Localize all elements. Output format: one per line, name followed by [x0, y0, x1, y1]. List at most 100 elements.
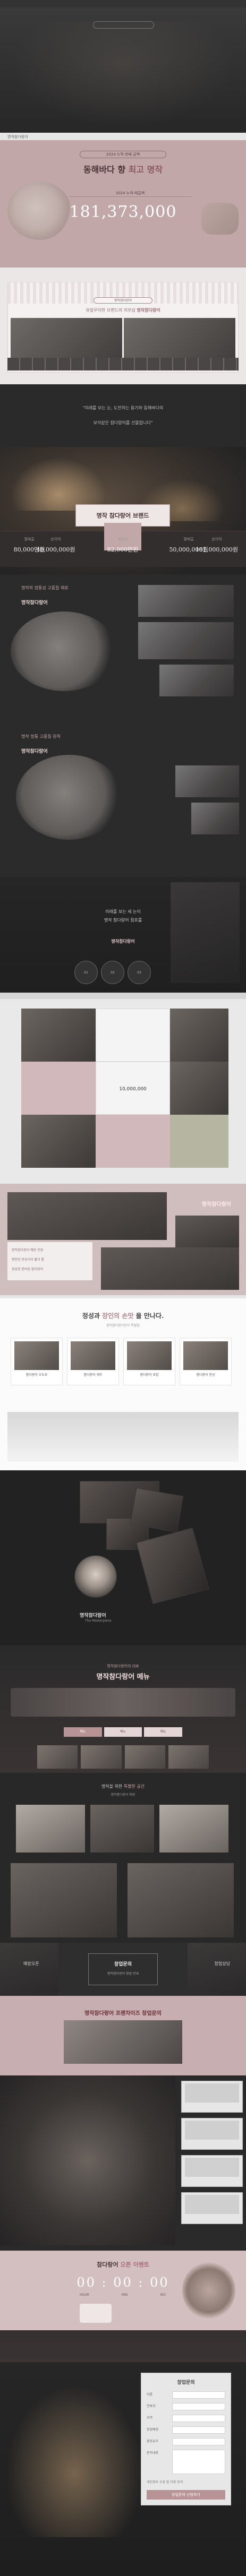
gallery-pink-tile [96, 1115, 170, 1168]
story-label: 명작 정통 고품질 원칙 [21, 734, 61, 739]
banner-line: 유일무이한 브랜드의 자부심 명작참다랑어 [0, 307, 246, 313]
phone-field[interactable] [172, 2403, 225, 2410]
store-field[interactable] [172, 2438, 225, 2445]
poster-circle: 03 [128, 961, 151, 984]
store-text: 명작참다랑어 매장 전경 [12, 1248, 44, 1252]
cta-box[interactable]: 창업문의 명작참다랑어 창업 안내 [88, 1953, 158, 1985]
side-panel [181, 2118, 243, 2150]
soup-bowl-image [11, 611, 117, 691]
brand-banner: 명작참다랑어 유일무이한 브랜드의 자부심 명작참다랑어 [0, 268, 246, 384]
headline-highlight: 최고 명작 [128, 165, 163, 175]
form-row: 창업예정 [147, 2426, 225, 2434]
message-field[interactable] [172, 2450, 225, 2474]
quality-card: 참다랑어 한상 [180, 1338, 232, 1385]
story-label: 명작의 정통성 고품질 재료 [21, 585, 69, 590]
grid-header [0, 993, 246, 999]
dish-image [182, 2261, 235, 2320]
inquiry-form: 창업문의 이름 연락처 지역 창업예정 점포유무 문의내용 개인정보 수집 및 … [141, 2373, 231, 2505]
agree-checkbox[interactable]: 개인정보 수집 및 이용 동의 [147, 2479, 225, 2484]
region-field[interactable] [172, 2415, 225, 2422]
poster-circle: 02 [101, 961, 124, 984]
quality-section: 정성과 장인의 손맛 을 만나다. 명작참다랑어만의 특별함 참다랑어 오도로 … [0, 1295, 246, 1470]
heading-part: 정성과 [82, 1312, 100, 1320]
interior-photo [90, 1805, 154, 1853]
gallery-card: 10,000,000 [96, 1062, 170, 1115]
submit-button[interactable]: 창업문의 신청하기 [147, 2490, 225, 2500]
side-panel [181, 2155, 243, 2187]
field-label: 창업예정 [147, 2428, 159, 2432]
plan-field[interactable] [172, 2426, 225, 2434]
food-photo [159, 665, 234, 696]
menu-tabs: 메뉴 메뉴 메뉴 [64, 1727, 183, 1737]
story-name: 명작참다랑어 [21, 600, 48, 606]
gallery-tile [170, 1115, 228, 1168]
stat-key: 순이익 [211, 537, 222, 541]
poster-brand: 명작참다랑어 [111, 939, 135, 944]
gallery-pink-tile [21, 1062, 96, 1115]
card-image [183, 1341, 228, 1370]
banner-film-strip [7, 358, 239, 371]
food-photo [138, 622, 234, 659]
field-label: 연락처 [147, 2405, 156, 2408]
stat-value: 181,000,000원 [195, 546, 239, 553]
collage-brand: 명작참다랑어 [80, 1613, 106, 1618]
field-label: 문의내용 [147, 2451, 159, 2455]
menu-thumb[interactable] [124, 1745, 165, 1769]
form-title: 창업문의 [177, 2380, 195, 2385]
stat-value: 82,000만원 [107, 546, 139, 553]
poster-circle: 01 [74, 961, 98, 984]
fire-section: 명작 참다랑어 브랜드 월매출 80,000만원 순이익 40,000,000원… [0, 447, 246, 574]
menu-thumb[interactable] [81, 1745, 122, 1769]
divider [69, 196, 191, 197]
poster-line: 명작 참다랑어 점포를 [104, 918, 142, 923]
quality-heading: 정성과 장인의 손맛 을 만나다. [0, 1311, 246, 1320]
title-highlight: 오픈 이벤트 [120, 2261, 149, 2268]
food-photo [191, 803, 239, 834]
unit-label: SEC [160, 2293, 166, 2297]
store-photo [101, 1247, 239, 1290]
kitchen-photo [0, 2075, 175, 2245]
fire-image [11, 458, 106, 511]
menu-tab[interactable]: 메뉴 [144, 1727, 183, 1737]
countdown-section: 참다랑어 오픈 이벤트 00 : 00 : 00 HOUR MIN SEC [0, 2251, 246, 2362]
fish-image [201, 203, 239, 235]
stat-item: 매장수 82,000만원 [94, 523, 152, 564]
quality-wide-image [7, 1412, 239, 1462]
flower-icon [80, 2304, 112, 2323]
quality-card: 참다랑어 초밥 [123, 1338, 175, 1385]
nav-brand[interactable]: 명작참다랑어 [7, 134, 28, 140]
brand-title: 명작 참다랑어 브랜드 [96, 512, 149, 519]
menu-tab[interactable]: 메뉴 [104, 1727, 142, 1737]
gallery-photo [21, 1115, 96, 1168]
poster-line: 미래를 보는 세 눈이 [105, 909, 141, 914]
hero-photo [11, 21, 235, 127]
name-field[interactable] [172, 2391, 225, 2399]
story-name: 명작참다랑어 [21, 749, 48, 754]
panel-image [185, 2195, 239, 2214]
menu-tab[interactable]: 메뉴 [64, 1727, 102, 1737]
cta-photo [64, 2020, 182, 2064]
stats-row: 월매출 80,000만원 순이익 40,000,000원 매장수 82,000만… [0, 523, 246, 567]
poster-photo [171, 882, 240, 983]
dish-photo [74, 1555, 117, 1598]
heading-part: 명작을 위한 [101, 1784, 123, 1789]
panel-image [185, 2158, 239, 2177]
food-photo [175, 765, 239, 797]
banner-tag: 명작참다랑어 [94, 297, 152, 304]
heading-highlight: 특별한 공간 [123, 1784, 145, 1789]
section-divider [0, 1295, 246, 1298]
menu-title: 명작참다랑어 메뉴 [96, 1673, 150, 1681]
field-label: 이름 [147, 2393, 153, 2397]
stat-key: 순이익 [50, 537, 61, 541]
food-photo [138, 585, 234, 617]
kitchen-section [0, 2075, 246, 2251]
menu-thumb[interactable] [37, 1745, 78, 1769]
menu-thumb[interactable] [168, 1745, 209, 1769]
form-row: 점포유무 [147, 2438, 225, 2445]
fire-image [0, 2378, 149, 2537]
store-photo [175, 1216, 239, 1247]
store-photo [7, 1192, 167, 1240]
cta-title: 창업문의 [114, 1962, 132, 1967]
cta-side-label: 매장오픈 [23, 1961, 39, 1966]
stat-key: 매장수 [117, 537, 128, 541]
